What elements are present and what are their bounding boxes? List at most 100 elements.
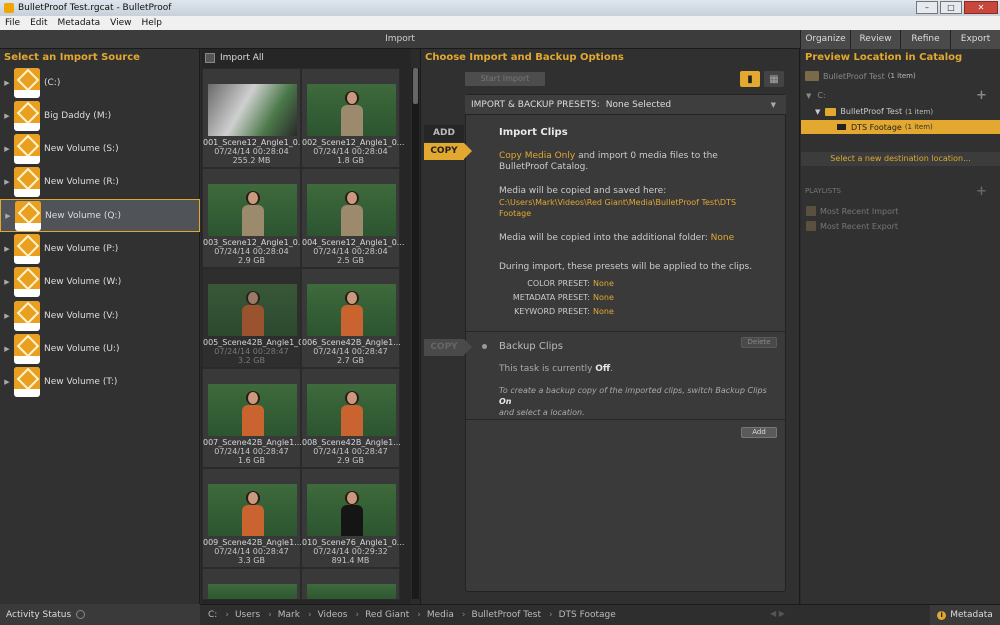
menu-metadata[interactable]: Metadata [58,18,101,28]
breadcrumb-nav-icon[interactable]: ◀ ▶ [770,609,785,618]
comment-icon[interactable]: ▮ [740,71,760,87]
playlist-item[interactable]: Most Recent Import [806,206,898,216]
clip-thumbnail[interactable] [301,568,400,600]
window-title: BulletProof Test.rgcat - BulletProof [18,3,172,13]
clip-thumbnail[interactable]: 006_Scene42B_Angle1... 07/24/14 00:28:47 2… [301,268,401,368]
chevron-right-icon[interactable]: ▶ [0,79,14,87]
chevron-right-icon[interactable]: ▶ [0,278,14,286]
chevron-right-icon[interactable]: ▶ [0,312,14,320]
menu-edit[interactable]: Edit [30,18,47,28]
backup-copy-label[interactable]: COPY [424,339,472,356]
clip-thumbnail[interactable]: 008_Scene42B_Angle1... 07/24/14 00:28:47 2… [301,368,401,468]
clip-size: 2.7 GB [337,356,364,365]
select-destination-link[interactable]: Select a new destination location... [801,152,1000,166]
window-controls: – □ ✕ [916,1,998,14]
clip-thumbnail[interactable]: 007_Scene42B_Angle1... 07/24/14 00:28:47 1… [202,368,302,468]
drive-icon [14,134,40,165]
activity-status[interactable]: Activity Status [0,604,200,625]
add-location-icon[interactable]: + [976,88,987,103]
delete-button[interactable]: Delete [741,337,777,348]
chevron-right-icon[interactable]: ▶ [0,178,14,186]
chevron-right-icon[interactable]: ▶ [0,145,14,153]
additional-folder-link[interactable]: None [711,233,734,243]
tab-organize[interactable]: Organize [800,30,850,49]
title-bar: BulletProof Test.rgcat - BulletProof – □… [0,0,1000,16]
tab-export[interactable]: Export [950,30,1000,49]
clip-thumbnail[interactable]: 001_Scene12_Angle1_0... 07/24/14 00:28:04… [202,68,305,168]
clip-thumbnail[interactable]: 003_Scene12_Angle1_0... 07/24/14 00:28:04… [202,168,306,268]
import-all-checkbox[interactable] [205,52,215,63]
menu-view[interactable]: View [110,18,131,28]
clip-thumbnail[interactable]: 010_Scene76_Angle1_0... 07/24/14 00:29:32… [301,468,404,568]
start-import-button[interactable]: Start Import [465,72,545,86]
destination-path-link[interactable]: C:\Users\Mark\Videos\Red Giant\Media\Bul… [499,197,759,219]
breadcrumb-item[interactable]: BulletProof Test [472,610,541,620]
clip-preview-image [307,284,396,336]
add-task-button[interactable]: Add [741,427,777,438]
breadcrumb-item[interactable]: Media [427,610,454,620]
import-source-item[interactable]: ▶ New Volume (Q:) [0,199,200,233]
tab-refine[interactable]: Refine [900,30,950,49]
clip-preview-image [208,584,297,599]
selected-subfolder-row[interactable]: DTS Footage (1 item) [801,120,1000,134]
color-preset-link[interactable]: None [593,278,614,289]
import-source-item[interactable]: ▶ New Volume (W:) [0,266,200,299]
breadcrumb-item[interactable]: Mark [278,610,300,620]
tab-review[interactable]: Review [850,30,900,49]
import-source-label: Big Daddy (M:) [44,110,112,121]
chevron-right-icon[interactable]: ▶ [0,112,14,120]
import-source-item[interactable]: ▶ Big Daddy (M:) [0,99,200,132]
clip-name: 003_Scene12_Angle1_0... [203,238,306,247]
add-playlist-icon[interactable]: + [976,184,987,199]
import-all-label: Import All [220,52,264,63]
menu-help[interactable]: Help [141,18,162,28]
clip-thumbnail[interactable]: 004_Scene12_Angle1_0... 07/24/14 00:28:04… [301,168,404,268]
chevron-right-icon[interactable]: ▶ [1,212,15,220]
chevron-right-icon[interactable]: ▶ [0,345,14,353]
breadcrumb-item[interactable]: Users [235,610,260,620]
presets-value: None Selected [605,99,672,110]
chevron-right-icon[interactable]: ▶ [0,245,14,253]
additional-folder-row: Media will be copied into the additional… [499,233,734,244]
import-source-item[interactable]: ▶ New Volume (V:) [0,299,200,332]
grid-view-icon[interactable]: ▦ [764,71,784,87]
breadcrumb: C: › Users › Mark › Videos › Red Giant › Media › Bul… [208,604,620,625]
import-source-item[interactable]: ▶ New Volume (U:) [0,332,200,365]
add-task-label[interactable]: ADD [424,125,464,142]
backup-toggle-dot[interactable] [482,344,487,349]
playlist-item[interactable]: Most Recent Export [806,221,898,231]
clip-thumbnail[interactable]: 002_Scene12_Angle1_0... 07/24/14 00:28:04… [301,68,404,168]
minimize-button[interactable]: – [916,1,938,14]
maximize-button[interactable]: □ [940,1,962,14]
clip-thumbnail[interactable]: 009_Scene42B_Angle1... 07/24/14 00:28:47 3… [202,468,302,568]
menu-file[interactable]: File [5,18,20,28]
import-source-item[interactable]: ▶ New Volume (S:) [0,133,200,166]
metadata-preset-link[interactable]: None [593,292,614,303]
import-all-row[interactable]: Import All [201,49,411,66]
import-source-item[interactable]: ▶ New Volume (P:) [0,233,200,266]
scrollbar-thumb[interactable] [413,68,418,104]
copy-task-label[interactable]: COPY [424,143,472,160]
clip-date: 07/24/14 00:28:04 [313,147,388,156]
drive-row[interactable]: ▼ C: [806,91,826,100]
metadata-button[interactable]: i Metadata [930,605,1000,625]
presets-dropdown[interactable]: IMPORT & BACKUP PRESETS: None Selected ▼ [465,95,786,115]
chevron-right-icon[interactable]: ▶ [0,378,14,386]
close-button[interactable]: ✕ [964,1,998,14]
breadcrumb-item[interactable]: Red Giant [365,610,409,620]
library-row[interactable]: BulletProof Test (1 item) [805,71,916,81]
thumbnail-scrollbar[interactable] [412,68,419,599]
color-preset-label: COLOR PRESET: [527,279,590,288]
breadcrumb-item[interactable]: DTS Footage [559,610,616,620]
folder-row[interactable]: ▼ BulletProof Test (1 item) [815,107,933,116]
clip-thumbnail[interactable] [202,568,301,600]
clip-caption: 004_Scene12_Angle1_0... 07/24/14 00:28:04… [302,238,404,265]
import-source-item[interactable]: ▶ (C:) [0,66,200,99]
import-source-item[interactable]: ▶ New Volume (R:) [0,166,200,199]
breadcrumb-item[interactable]: Videos [318,610,348,620]
clip-thumbnail[interactable]: 005_Scene42B_Angle1_0... 07/24/14 00:28:4… [202,268,311,368]
copy-mode-link[interactable]: Copy Media Only [499,151,575,161]
keyword-preset-link[interactable]: None [593,306,614,317]
import-source-item[interactable]: ▶ New Volume (T:) [0,366,200,399]
breadcrumb-item[interactable]: C: [208,610,217,620]
